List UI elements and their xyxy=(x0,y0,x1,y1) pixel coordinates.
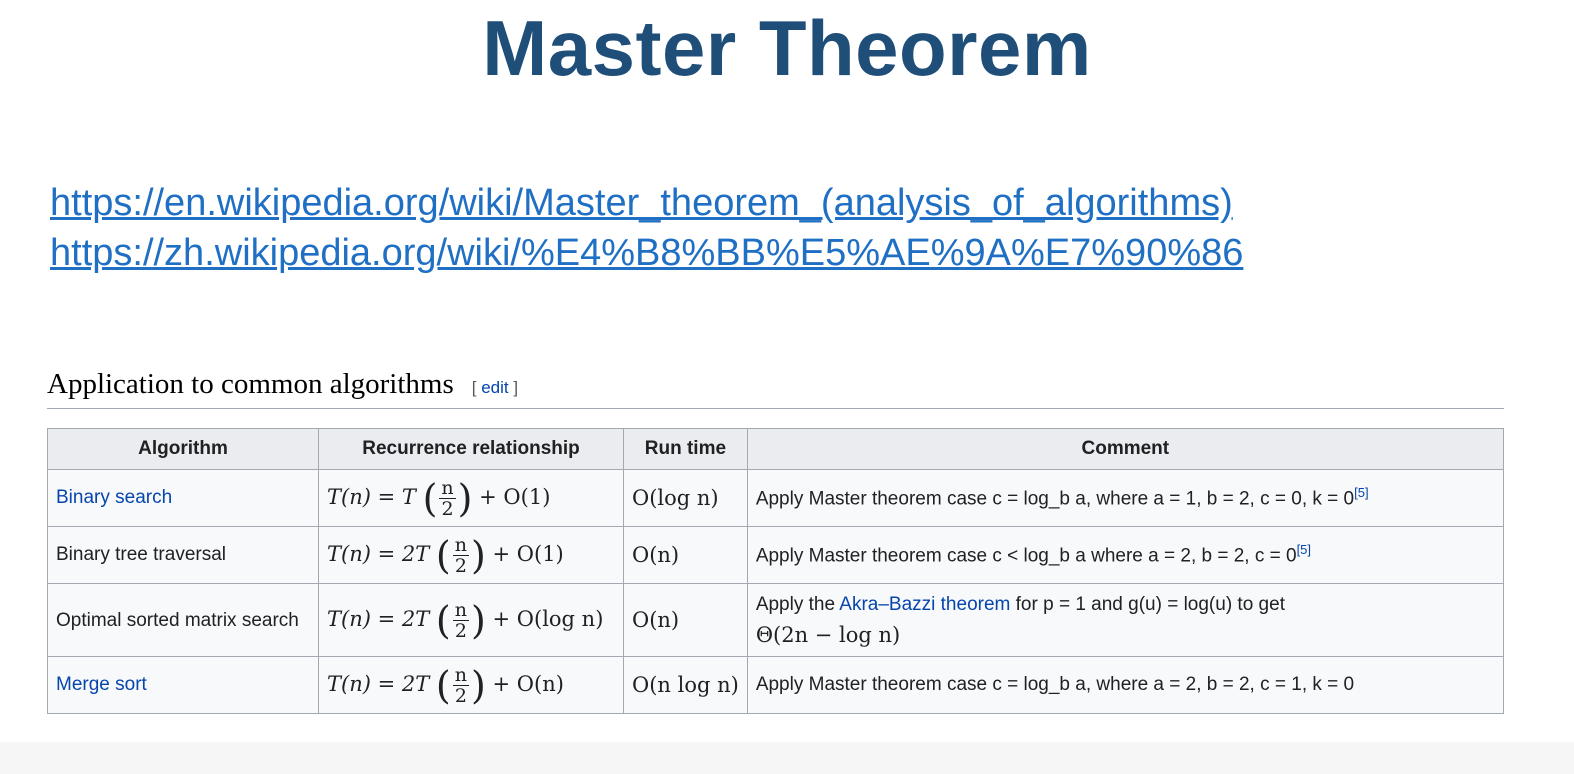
algorithm-cell: Binary search xyxy=(47,469,319,527)
fraction: n2 xyxy=(452,663,469,707)
recurrence-rhs: + O(n) xyxy=(492,671,564,696)
citation-ref[interactable]: [5] xyxy=(1354,485,1368,500)
header-algorithm[interactable]: Algorithm xyxy=(47,428,319,470)
algorithms-table: Algorithm Recurrence relationship Run ti… xyxy=(47,428,1504,714)
header-runtime[interactable]: Run time xyxy=(623,428,748,470)
comment-mid: for p = 1 and g(u) = log(u) to get xyxy=(1015,593,1285,615)
comment-prefix: Apply the xyxy=(755,593,836,615)
citation-ref[interactable]: [5] xyxy=(1297,542,1311,557)
link-zh-wikipedia[interactable]: https://zh.wikipedia.org/wiki/%E4%B8%BB%… xyxy=(50,228,1243,278)
recurrence-lhs: T(n) = 2T xyxy=(327,671,430,696)
algorithm-cell: Merge sort xyxy=(47,656,319,714)
slide-title: Master Theorem xyxy=(482,4,1092,92)
recurrence-lhs: T(n) = 2T xyxy=(327,541,430,566)
fraction-numerator: n xyxy=(439,476,456,499)
reference-links: https://en.wikipedia.org/wiki/Master_the… xyxy=(50,178,1243,278)
fraction: n2 xyxy=(439,476,456,520)
recurrence-rhs: + O(1) xyxy=(479,484,551,509)
fraction-denominator: 2 xyxy=(454,619,467,642)
recurrence-cell: T(n) = 2T (n 2) + O(1) xyxy=(318,526,624,584)
comment-cell: Apply Master theorem case c = log_b a, w… xyxy=(746,656,1504,714)
table-row: Merge sort T(n) = 2T (n 2) + O(n) O(n log… xyxy=(47,656,1504,714)
recurrence-cell: T(n) = 2T (n 2) + O(n) xyxy=(318,656,624,714)
header-comment[interactable]: Comment xyxy=(746,428,1504,470)
runtime-cell: O(n) xyxy=(623,583,748,657)
table-row: Binary tree traversal T(n) = 2T (n 2) + O… xyxy=(47,526,1504,584)
fraction-numerator: n xyxy=(452,663,469,686)
section-title: Application to common algorithms xyxy=(47,368,454,400)
comment-cell: Apply Master theorem case c < log_b a wh… xyxy=(746,526,1504,584)
comment-cell: Apply the Akra–Bazzi theorem for p = 1 a… xyxy=(746,583,1504,657)
table-header-row: Algorithm Recurrence relationship Run ti… xyxy=(47,428,1504,470)
recurrence-lhs: T(n) = 2T xyxy=(327,606,430,631)
link-en-wikipedia[interactable]: https://en.wikipedia.org/wiki/Master_the… xyxy=(50,178,1243,228)
table-row: Optimal sorted matrix search T(n) = 2T (… xyxy=(47,583,1504,657)
fraction-denominator: 2 xyxy=(441,497,454,520)
fraction: n2 xyxy=(452,533,469,577)
comment-result: Θ(2n − log n) xyxy=(755,622,901,647)
recurrence-cell: T(n) = 2T (n 2) + O(log n) xyxy=(318,583,624,657)
comment-text: Apply Master theorem case c = log_b a, w… xyxy=(755,488,1355,510)
recurrence-lhs: T(n) = T xyxy=(327,484,416,509)
fraction-numerator: n xyxy=(452,598,469,621)
akra-bazzi-link[interactable]: Akra–Bazzi theorem xyxy=(839,594,1010,615)
header-recurrence[interactable]: Recurrence relationship xyxy=(318,428,624,470)
recurrence-cell: T(n) = T (n 2) + O(1) xyxy=(318,469,624,527)
fraction: n2 xyxy=(452,598,469,642)
algorithm-cell: Optimal sorted matrix search xyxy=(47,583,319,657)
runtime-cell: O(log n) xyxy=(623,469,748,527)
fraction-denominator: 2 xyxy=(454,554,467,577)
algorithm-cell: Binary tree traversal xyxy=(47,526,319,584)
comment-cell: Apply Master theorem case c = log_b a, w… xyxy=(746,469,1504,527)
recurrence-rhs: + O(log n) xyxy=(492,606,604,631)
runtime-cell: O(n) xyxy=(623,526,748,584)
bottom-band xyxy=(0,742,1574,774)
fraction-numerator: n xyxy=(452,533,469,556)
edit-link[interactable]: edit xyxy=(481,378,508,397)
section-header: Application to common algorithms [ edit … xyxy=(47,368,1504,409)
merge-sort-link[interactable]: Merge sort xyxy=(56,674,147,695)
fraction-denominator: 2 xyxy=(454,684,467,707)
table-row: Binary search T(n) = T (n 2) + O(1) O(log… xyxy=(47,469,1504,527)
binary-search-link[interactable]: Binary search xyxy=(56,487,172,508)
runtime-cell: O(n log n) xyxy=(623,656,748,714)
recurrence-rhs: + O(1) xyxy=(492,541,564,566)
comment-text: Apply Master theorem case c < log_b a wh… xyxy=(755,545,1297,567)
edit-section: [ edit ] xyxy=(471,378,519,397)
